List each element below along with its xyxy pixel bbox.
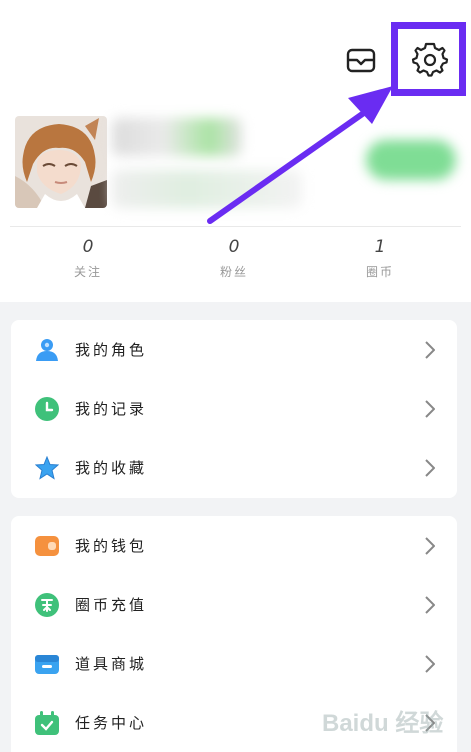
stat-label: 圈币	[365, 265, 394, 279]
profile-header: 0 关注 0 粉丝 1 圈币	[0, 0, 471, 302]
mail-icon[interactable]	[343, 42, 379, 78]
watermark-text: Baidu 经验	[322, 709, 443, 737]
chevron-right-icon	[425, 341, 435, 359]
menu-item-wallet[interactable]: 我的钱包	[11, 516, 457, 575]
person-icon	[35, 338, 59, 362]
stat-label: 关注	[73, 265, 102, 279]
username-blurred	[112, 118, 242, 156]
menu-item-label: 我的角色	[75, 341, 148, 359]
stat-fans[interactable]: 0 粉丝	[184, 237, 284, 280]
menu-item-my-favorites[interactable]: 我的收藏	[11, 438, 457, 497]
menu-item-my-records[interactable]: 我的记录	[11, 379, 457, 438]
wallet-icon	[35, 534, 59, 558]
menu-item-label: 我的钱包	[75, 537, 148, 555]
stat-value: 0	[82, 237, 94, 257]
level-badge-blurred	[366, 140, 456, 180]
stat-following[interactable]: 0 关注	[38, 237, 138, 280]
user-info-blurred	[112, 170, 302, 208]
star-icon	[34, 455, 60, 480]
calendar-check-icon	[35, 711, 59, 735]
menu-item-item-store[interactable]: 道具商城	[11, 634, 457, 693]
menu-card-1: 我的角色 我的记录 我的收藏	[11, 320, 457, 498]
stat-value: 0	[228, 237, 240, 257]
menu-item-my-roles[interactable]: 我的角色	[11, 320, 457, 379]
clock-icon	[35, 397, 59, 421]
coin-icon	[35, 593, 59, 617]
chevron-right-icon	[425, 400, 435, 418]
menu-item-label: 我的记录	[75, 400, 148, 418]
chevron-right-icon	[425, 459, 435, 477]
stats-bar: 0 关注 0 粉丝 1 圈币	[10, 226, 461, 297]
menu-item-label: 圈币充值	[75, 596, 148, 614]
settings-highlight-box	[391, 22, 466, 96]
chevron-right-icon	[425, 537, 435, 555]
menu-item-label: 我的收藏	[75, 459, 148, 477]
chevron-right-icon	[425, 655, 435, 673]
store-icon	[35, 652, 59, 676]
stat-label: 粉丝	[219, 265, 248, 279]
baidu-watermark: Baidu 经验	[322, 703, 462, 743]
stat-value: 1	[374, 237, 386, 257]
menu-item-label: 道具商城	[75, 655, 148, 673]
menu-item-label: 任务中心	[75, 714, 148, 732]
stat-coins[interactable]: 1 圈币	[330, 237, 430, 280]
chevron-right-icon	[425, 596, 435, 614]
menu-item-coin-recharge[interactable]: 圈币充值	[11, 575, 457, 634]
avatar[interactable]	[15, 116, 107, 208]
